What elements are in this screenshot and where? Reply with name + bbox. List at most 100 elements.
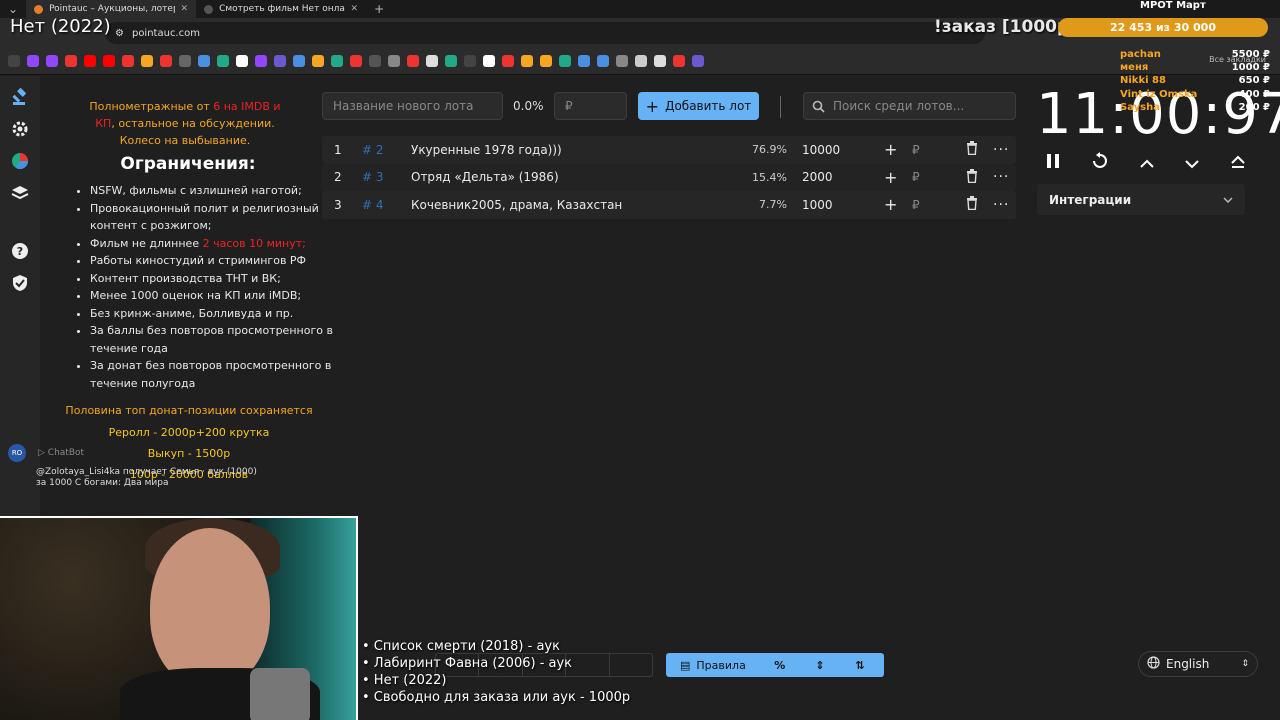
search-placeholder: Поиск среди лотов... [833,99,965,113]
tab-menu-icon[interactable]: ⌄ [0,2,26,16]
bookmark-icon[interactable] [521,55,533,67]
bookmark-icon[interactable] [312,55,324,67]
bookmark-icon[interactable] [654,55,666,67]
sort-icon[interactable]: ⇅ [840,653,880,677]
add-amount-icon[interactable]: + [884,168,897,187]
streamer-face [150,528,270,688]
auction-hammer-icon[interactable] [9,86,31,108]
bookmark-icon[interactable] [84,55,96,67]
bookmark-icon[interactable] [331,55,343,67]
percent-icon[interactable]: % [760,653,800,677]
bookmark-icon[interactable] [502,55,514,67]
language-select[interactable]: English ⇕ [1138,651,1258,677]
more-options-icon[interactable]: ··· [993,197,1009,213]
lot-name-input[interactable]: Название нового лота [322,92,503,120]
bookmark-icon[interactable] [65,55,77,67]
trash-icon[interactable] [966,196,978,213]
ruble-icon: ₽ [912,197,920,212]
bookmark-icon[interactable] [274,55,286,67]
bookmark-icon[interactable] [673,55,685,67]
lot-tag[interactable]: # 3 [362,170,384,184]
bookmark-icon[interactable] [141,55,153,67]
bookmark-icon[interactable] [559,55,571,67]
bookmark-icon[interactable] [464,55,476,67]
more-options-icon[interactable]: ··· [993,142,1009,158]
donor-name: меня [1120,62,1149,74]
site-info-icon[interactable]: ⚙ [115,28,124,39]
bookmark-icon[interactable] [597,55,609,67]
lot-search-input[interactable]: Поиск среди лотов... [803,92,1016,120]
layers-icon[interactable] [9,182,31,204]
lot-row: 2 # 3 Отряд «Дельта» (1986) 15.4% 2000 +… [322,163,1016,191]
trash-icon[interactable] [966,168,978,186]
bookmark-icon[interactable] [540,55,552,67]
add-amount-icon[interactable]: + [884,140,897,159]
lot-amount-input[interactable]: ₽ [554,92,627,120]
bookmark-icon[interactable] [616,55,628,67]
new-tab-icon[interactable]: + [366,2,392,16]
collapse-up-icon[interactable] [1230,154,1246,173]
rules-label: Правила [696,658,746,672]
lot-toolbar: Название нового лота 0.0% ₽ + Добавить л… [322,90,1022,122]
trash-icon[interactable] [966,141,978,158]
shield-check-icon[interactable] [9,272,31,294]
bookmark-icon[interactable] [122,55,134,67]
donor-amount: 650 ₽ [1238,75,1270,87]
lot-tag[interactable]: # 4 [362,198,384,212]
bookmark-icon[interactable] [46,55,58,67]
lot-amount[interactable]: 10000 [802,143,840,157]
bookmark-icon[interactable] [445,55,457,67]
bookmark-icon[interactable] [160,55,172,67]
reset-icon[interactable] [1091,152,1109,174]
bookmark-icon[interactable] [236,55,248,67]
bookmark-icon[interactable] [27,55,39,67]
lot-amount[interactable]: 2000 [802,170,833,184]
wheel-pie-icon[interactable] [9,150,31,172]
bookmark-icon[interactable] [635,55,647,67]
bookmark-icon[interactable] [293,55,305,67]
add-lot-button[interactable]: + Добавить лот [638,92,759,120]
bookmark-icon[interactable] [350,55,362,67]
bookmark-icon[interactable] [483,55,495,67]
close-tab-icon[interactable]: ✕ [181,4,189,14]
bookmark-icon[interactable] [407,55,419,67]
lot-name[interactable]: Кочевник2005, драма, Казахстан [411,198,622,212]
restriction-text: Фильм не длиннее [90,236,203,250]
bookmark-icon[interactable] [426,55,438,67]
bookmark-icon[interactable] [103,55,115,67]
movie-favicon-icon [204,4,214,14]
restrictions-list: NSFW, фильмы с излишней наготой; Провока… [70,182,340,392]
bookmark-icon[interactable] [198,55,210,67]
bookmark-icon[interactable] [388,55,400,67]
language-value: English [1166,657,1210,671]
lot-name[interactable]: Укуренные 1978 года))) [411,143,562,157]
pause-icon[interactable] [1046,153,1060,173]
lot-percent: 7.7% [759,198,787,212]
rules-button[interactable]: ▤ Правила [666,653,760,677]
bookmark-icon[interactable] [578,55,590,67]
tab-movie[interactable]: Смотреть фильм Нет онлайн ✕ [196,0,366,18]
donor-name: Saysha [1120,101,1160,113]
donor-row: Nikki 88 650 ₽ [1120,74,1270,87]
integrations-dropdown[interactable]: Интеграции [1037,184,1245,215]
bookmark-icon[interactable] [255,55,267,67]
bookmark-icon[interactable] [179,55,191,67]
url-field[interactable]: ⚙ pointauc.com [105,22,985,44]
more-options-icon[interactable]: ··· [993,169,1009,185]
compress-icon[interactable]: ⇕ [800,653,840,677]
apps-icon[interactable] [8,55,20,67]
chevron-up-icon[interactable] [1140,154,1154,173]
restriction-item: NSFW, фильмы с излишней наготой; [90,182,340,200]
bookmark-icon[interactable] [369,55,381,67]
bookmark-icon[interactable] [692,55,704,67]
settings-gear-icon[interactable] [9,118,31,140]
chevron-down-icon[interactable] [1185,154,1199,173]
lot-tag[interactable]: # 2 [362,143,384,157]
add-amount-icon[interactable]: + [884,195,897,214]
donor-row: меня 1000 ₽ [1120,61,1270,74]
lot-amount[interactable]: 1000 [802,198,833,212]
bookmark-icon[interactable] [217,55,229,67]
help-icon[interactable]: ? [9,240,31,262]
close-tab-icon[interactable]: ✕ [351,4,359,14]
lot-name[interactable]: Отряд «Дельта» (1986) [411,170,559,184]
